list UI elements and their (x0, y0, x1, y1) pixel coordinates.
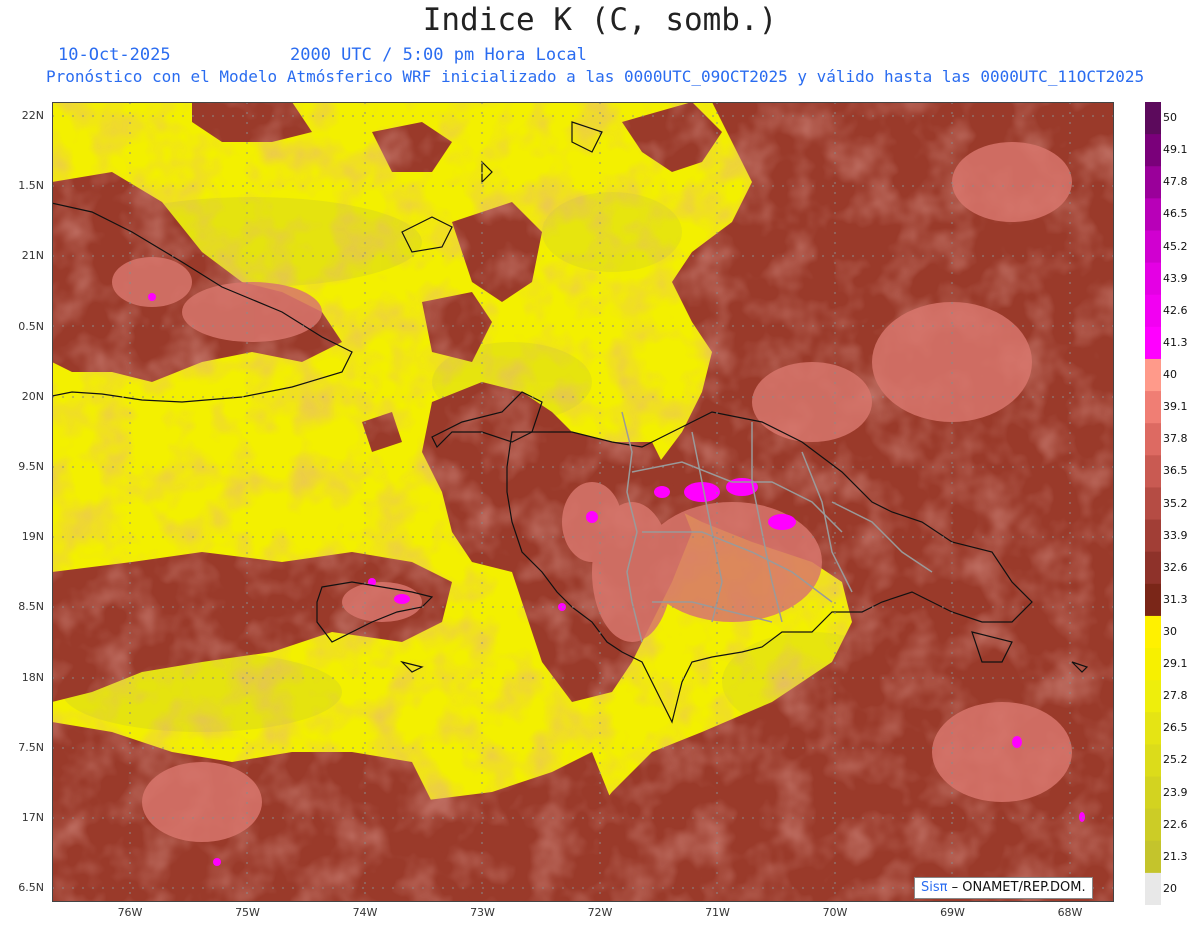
colorbar-segment (1145, 808, 1161, 842)
colorbar-segment (1145, 102, 1161, 135)
colorbar-segment (1145, 134, 1161, 167)
colorbar-label: 27.8 (1163, 689, 1188, 703)
colorbar-label: 49.1 (1163, 143, 1188, 157)
colorbar-label: 39.1 (1163, 400, 1188, 414)
longitude-label: 75W (235, 906, 260, 919)
colorbar-label: 22.6 (1163, 817, 1188, 831)
latitude-label: 17N (21, 811, 44, 824)
colorbar-label: 41.3 (1163, 335, 1188, 349)
colorbar-label: 36.5 (1163, 464, 1188, 478)
colorbar-segment (1145, 712, 1161, 745)
longitude-label: 74W (352, 906, 378, 919)
latitude-label: 6.5N (18, 881, 44, 895)
latitude-label: 22N (21, 109, 44, 122)
colorbar-label: 31.3 (1163, 592, 1188, 606)
colorbar-label: 37.8 (1163, 432, 1188, 446)
colorbar-segment (1145, 840, 1161, 874)
colorbar-segment (1145, 455, 1161, 488)
colorbar-label: 20 (1163, 881, 1177, 895)
colorbar-label: 25.2 (1163, 753, 1188, 767)
colorbar-segment (1145, 262, 1161, 296)
latitude-label: 7.5N (18, 740, 44, 754)
colorbar-segment (1145, 391, 1161, 424)
colorbar-segment (1145, 358, 1161, 392)
forecast-time: 2000 UTC / 5:00 pm Hora Local (290, 45, 587, 65)
longitude-label: 71W (705, 906, 730, 919)
colorbar-label: 35.2 (1163, 496, 1188, 510)
longitude-label: 76W (117, 906, 143, 919)
colorbar-segment (1145, 519, 1161, 553)
latitude-label: 21N (21, 249, 44, 263)
colorbar-segment (1145, 648, 1161, 681)
colorbar-label: 26.5 (1163, 721, 1188, 735)
colorbar-segment (1145, 487, 1161, 521)
colorbar-segment (1145, 583, 1161, 617)
credit-brand: Sisπ (921, 880, 948, 895)
colorbar-label: 47.8 (1163, 175, 1188, 189)
colorbar-segment (1145, 615, 1161, 649)
latitude-label: 20N (21, 389, 44, 403)
colorbar-segment (1145, 198, 1161, 231)
colorbar-label: 33.9 (1163, 528, 1188, 542)
colorbar-segment (1145, 680, 1161, 713)
latitude-label: 1.5N (18, 179, 44, 193)
longitude-label: 72W (587, 906, 613, 919)
colorbar-segment (1145, 230, 1161, 264)
colorbar-segment (1145, 166, 1161, 199)
colorbar-segment (1145, 551, 1161, 585)
colorbar-segment (1145, 423, 1161, 456)
credit-box: Sisπ – ONAMET/REP.DOM. (914, 877, 1093, 899)
longitude-label: 69W (940, 906, 965, 919)
credit-text: – ONAMET/REP.DOM. (947, 880, 1086, 895)
forecast-date: 10-Oct-2025 (58, 45, 171, 65)
colorbar-label: 21.3 (1163, 849, 1188, 863)
colorbar-label: 43.9 (1163, 271, 1188, 285)
colorbar-label: 46.5 (1163, 207, 1188, 221)
k-index-map (52, 102, 1114, 902)
colorbar-segment (1145, 872, 1161, 905)
colorbar-label: 32.6 (1163, 560, 1188, 574)
colorbar-label: 42.6 (1163, 303, 1188, 317)
colorbar-segment (1145, 326, 1161, 360)
latitude-label: 0.5N (18, 319, 44, 333)
map-title: Indice K (C, somb.) (422, 2, 778, 38)
latitude-label: 19N (21, 530, 44, 544)
colorbar-label: 45.2 (1163, 239, 1188, 253)
latitude-label: 18N (21, 670, 44, 684)
colorbar-segment (1145, 744, 1161, 778)
latitude-label: 8.5N (18, 600, 44, 614)
colorbar-label: 50 (1163, 111, 1177, 125)
longitude-label: 68W (1057, 906, 1083, 919)
colorbar-label: 29.1 (1163, 657, 1188, 671)
colorbar (1145, 102, 1161, 905)
model-description: Pronóstico con el Modelo Atmósferico WRF… (46, 67, 1145, 86)
colorbar-label: 30 (1163, 624, 1177, 638)
colorbar-label: 40 (1163, 368, 1177, 382)
latitude-label: 9.5N (18, 460, 44, 473)
colorbar-label: 23.9 (1163, 785, 1188, 799)
longitude-label: 70W (822, 906, 848, 919)
longitude-label: 73W (470, 906, 495, 919)
colorbar-segment (1145, 294, 1161, 328)
colorbar-segment (1145, 776, 1161, 810)
